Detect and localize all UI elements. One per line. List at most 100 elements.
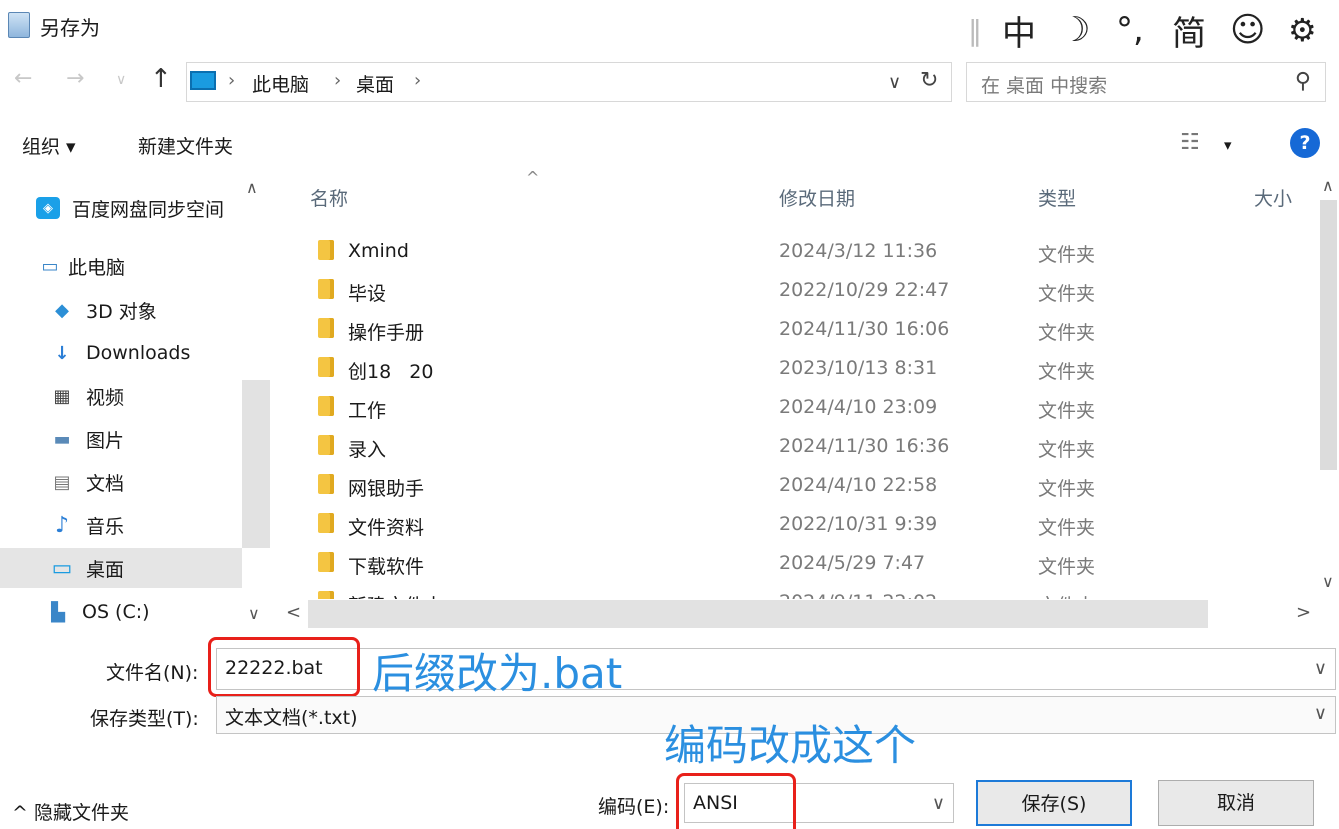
monitor-icon	[190, 71, 216, 90]
sidebar-item-label: 此电脑	[68, 256, 126, 279]
sidebar-item-label: 图片	[86, 429, 125, 452]
sidebar-item-this-pc[interactable]: ▭ 此电脑	[40, 246, 240, 286]
sidebar-item-documents[interactable]: ▤ 文档	[50, 462, 240, 502]
list-scroll-down-icon[interactable]: ∨	[1322, 572, 1334, 591]
view-dropdown-icon[interactable]: ▾	[1224, 136, 1232, 154]
folder-icon	[318, 513, 334, 533]
folder-icon	[318, 279, 334, 299]
desktop-icon: ▭	[51, 555, 73, 581]
file-row[interactable]: 新建文件夹 2024/9/11 22:02 文件夹	[300, 583, 1290, 599]
column-header-name[interactable]: 名称	[310, 184, 348, 211]
filetype-dropdown-icon[interactable]: ∨	[1314, 703, 1327, 724]
file-row[interactable]: 文件资料 2022/10/31 9:39 文件夹	[300, 505, 1290, 544]
address-dropdown-icon[interactable]: ∨	[888, 72, 901, 93]
breadcrumb-desktop[interactable]: 桌面	[356, 70, 394, 97]
baidu-cloud-icon: ◈	[36, 197, 60, 219]
punctuation-toggle[interactable]: °,	[1116, 8, 1144, 52]
file-name: 网银助手	[348, 478, 425, 500]
moon-icon[interactable]: ☽	[1060, 8, 1090, 52]
suffix-annotation: 后缀改为.bat	[372, 649, 623, 698]
file-name: 工作	[348, 400, 387, 422]
sidebar-item-downloads[interactable]: ↓ Downloads	[50, 333, 240, 373]
list-scroll-left-icon[interactable]: <	[286, 602, 301, 623]
file-row[interactable]: Xmind 2024/3/12 11:36 文件夹	[300, 232, 1290, 271]
folder-icon	[318, 435, 334, 455]
document-icon: ▤	[53, 471, 71, 493]
sidebar-item-os-drive[interactable]: ▙ OS (C:)	[46, 592, 236, 632]
search-input[interactable]: 在 桌面 中搜索	[981, 71, 1107, 98]
filename-label: 文件名(N):	[106, 662, 199, 684]
sidebar-item-label: 文档	[86, 472, 125, 495]
folder-icon	[318, 318, 334, 338]
file-type: 文件夹	[1038, 322, 1096, 344]
settings-icon[interactable]: ⚙	[1288, 8, 1317, 52]
column-header-type[interactable]: 类型	[1038, 184, 1076, 211]
sidebar-item-pictures[interactable]: ▬ 图片	[50, 419, 240, 459]
sidebar-item-videos[interactable]: ▦ 视频	[50, 376, 240, 416]
filetype-label: 保存类型(T):	[90, 708, 199, 730]
file-modified: 2022/10/31 9:39	[779, 513, 938, 535]
refresh-icon[interactable]: ↻	[920, 68, 938, 93]
column-header-modified[interactable]: 修改日期	[779, 184, 855, 211]
film-icon: ▦	[53, 385, 71, 407]
file-row[interactable]: 操作手册 2024/11/30 16:06 文件夹	[300, 310, 1290, 349]
back-arrow-icon[interactable]: ←	[14, 66, 32, 91]
file-row[interactable]: 工作 2024/4/10 23:09 文件夹	[300, 388, 1290, 427]
filetype-value: 文本文档(*.txt)	[225, 707, 358, 729]
emoji-icon[interactable]: ☺	[1230, 8, 1265, 52]
sidebar-scroll-down-icon[interactable]: ∨	[248, 604, 260, 623]
sidebar-item-music[interactable]: ♪ 音乐	[50, 505, 240, 545]
file-row[interactable]: 毕设 2022/10/29 22:47 文件夹	[300, 271, 1290, 310]
cancel-button[interactable]: 取消	[1158, 780, 1314, 826]
organize-menu[interactable]: 组织 ▾	[22, 132, 76, 159]
file-row[interactable]: 录入 2024/11/30 16:36 文件夹	[300, 427, 1290, 466]
breadcrumb-separator: ›	[414, 70, 422, 91]
sidebar-item-label: 桌面	[86, 558, 125, 581]
file-modified: 2024/11/30 16:06	[779, 318, 950, 340]
file-row[interactable]: 下载软件 2024/5/29 7:47 文件夹	[300, 544, 1290, 583]
new-folder-button[interactable]: 新建文件夹	[138, 132, 233, 159]
save-button[interactable]: 保存(S)	[976, 780, 1132, 826]
sidebar-item-baidu[interactable]: ◈ 百度网盘同步空间	[36, 188, 256, 228]
column-header-size[interactable]: 大小	[1254, 184, 1292, 211]
recent-dropdown-icon[interactable]: ∨	[116, 72, 126, 88]
search-icon[interactable]: ⚲	[1295, 69, 1311, 94]
filename-dropdown-icon[interactable]: ∨	[1314, 658, 1327, 679]
file-name: 下载软件	[348, 556, 425, 578]
file-name: 新建文件夹	[348, 591, 443, 599]
hide-folders-toggle[interactable]: ^ 隐藏文件夹	[12, 798, 129, 825]
file-name: 录入	[348, 439, 387, 461]
list-vertical-scrollbar-thumb[interactable]	[1320, 200, 1337, 470]
sidebar-item-desktop[interactable]: ▭ 桌面	[0, 548, 242, 588]
file-type: 文件夹	[1038, 591, 1095, 599]
sort-indicator-icon: ^	[526, 168, 540, 187]
encoding-dropdown-icon[interactable]: ∨	[932, 793, 945, 814]
list-horizontal-scrollbar-thumb[interactable]	[308, 600, 1208, 628]
up-arrow-icon[interactable]: ↑	[150, 64, 172, 94]
file-modified: 2024/9/11 22:02	[779, 591, 937, 599]
breadcrumb-separator: ›	[228, 70, 236, 91]
sidebar-item-3d-objects[interactable]: ◆ 3D 对象	[50, 290, 240, 330]
file-modified: 2024/5/29 7:47	[779, 552, 926, 574]
file-row[interactable]: 网银助手 2024/4/10 22:58 文件夹	[300, 466, 1290, 505]
view-options-icon[interactable]: ☷	[1180, 130, 1200, 155]
forward-arrow-icon[interactable]: →	[66, 66, 84, 91]
notepad-app-icon	[8, 12, 30, 38]
list-scroll-right-icon[interactable]: >	[1296, 602, 1311, 623]
sidebar-scrollbar-thumb[interactable]	[242, 380, 270, 548]
encoding-label: 编码(E):	[598, 796, 670, 818]
breadcrumb-this-pc[interactable]: 此电脑	[252, 70, 309, 97]
file-modified: 2024/4/10 22:58	[779, 474, 938, 496]
help-icon[interactable]: ?	[1290, 128, 1320, 158]
list-scroll-up-icon[interactable]: ∧	[1322, 176, 1334, 195]
ime-lang-toggle[interactable]: 中	[1002, 8, 1036, 54]
file-row[interactable]: 创18 20 2023/10/13 8:31 文件夹	[300, 349, 1290, 388]
file-name: 文件资料	[348, 517, 425, 539]
folder-icon	[318, 396, 334, 416]
simplified-toggle[interactable]: 简	[1172, 8, 1206, 54]
file-type: 文件夹	[1038, 478, 1096, 500]
folder-icon	[318, 552, 334, 572]
search-box[interactable]: 在 桌面 中搜索 ⚲	[966, 62, 1326, 102]
breadcrumb-separator: ›	[334, 70, 342, 91]
folder-icon	[318, 474, 334, 494]
